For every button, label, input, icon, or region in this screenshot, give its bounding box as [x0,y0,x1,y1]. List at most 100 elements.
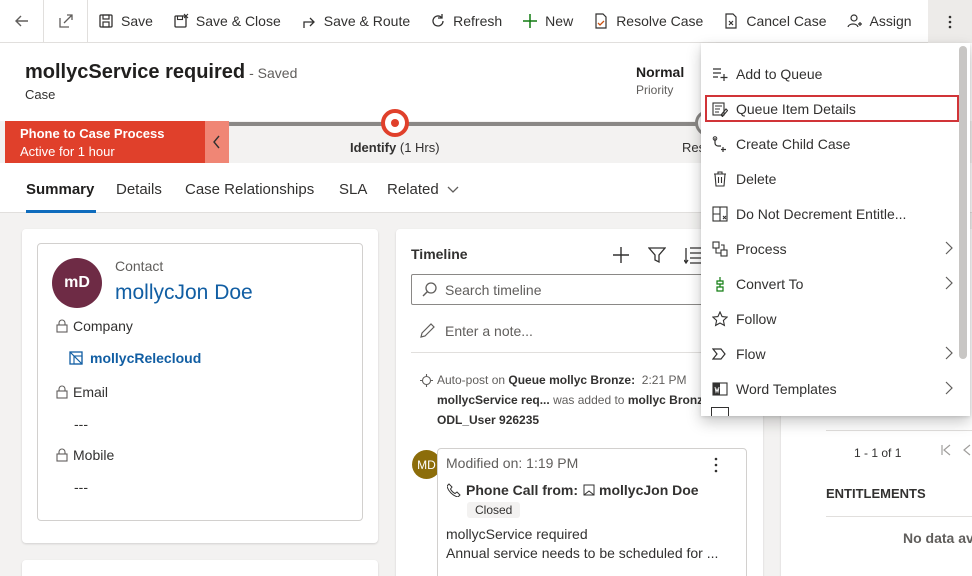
save-close-label: Save & Close [195,13,281,29]
plus-icon [523,14,538,28]
search-placeholder: Search timeline [445,281,542,298]
priority-label: Priority [636,83,674,97]
process-flag[interactable]: Phone to Case Process Active for 1 hour [5,121,205,163]
entitlements-heading: ENTITLEMENTS [826,486,926,501]
back-arrow-icon [14,15,28,27]
save-button[interactable]: Save [88,0,163,43]
cancel-case-button[interactable]: Cancel Case [713,0,836,43]
stage-identify-marker[interactable] [381,109,409,137]
menu-label: Convert To [736,275,804,292]
process-collapse-button[interactable] [205,121,229,163]
menu-item-convert-to[interactable]: Convert To [701,266,963,301]
menu-item-add-to-queue[interactable]: Add to Queue [701,56,963,91]
record-title-text: mollycService required [25,61,246,83]
contact-name-link[interactable]: mollycJon Doe [115,281,253,305]
popout-icon [58,14,73,28]
enter-note-input[interactable]: Enter a note... [419,323,533,339]
company-link[interactable]: mollycRelecloud [68,350,201,366]
stage-identify-label[interactable]: Identify (1 Hrs) [350,140,440,155]
more-vertical-icon [948,15,952,28]
priority-value: Normal [636,64,685,80]
menu-label: Word Templates [736,380,837,397]
menu-item-create-child-case[interactable]: Create Child Case [701,126,963,161]
menu-label: Add to Queue [736,65,823,82]
refresh-icon [432,14,444,27]
assign-icon [846,14,862,28]
tab-sla[interactable]: SLA [339,181,367,198]
note-placeholder: Enter a note... [445,323,533,339]
case-form: Save Save & Close Save & Route Refresh N… [0,0,972,576]
tab-related-label: Related [387,181,439,198]
chevron-down-icon [447,186,459,193]
new-label: New [545,13,574,29]
open-new-window-button[interactable] [44,0,88,43]
save-route-button[interactable]: Save & Route [291,0,420,43]
menu-label: Delete [736,170,777,187]
record-title: mollycService required - Saved [25,61,297,84]
refresh-label: Refresh [453,13,503,29]
active-tab-indicator [26,210,96,213]
autopost-target[interactable]: mollyc Bronz [628,393,703,407]
add-plus-icon[interactable] [612,246,630,264]
menu-label: Do Not Decrement Entitle... [736,205,907,222]
activity-from-name[interactable]: mollycJon Doe [599,482,699,498]
refresh-button[interactable]: Refresh [420,0,512,43]
menu-item-process[interactable]: Process [701,231,963,266]
autopost-user[interactable]: ODL_User 926235 [437,413,539,427]
activity-more-icon[interactable] [714,457,718,473]
lock-icon [56,448,68,462]
convert-icon [711,275,729,293]
assign-button[interactable]: Assign [837,0,922,43]
activity-status-badge: Closed [467,502,521,518]
autopost-icon [420,373,433,387]
menu-label: Process [736,240,787,257]
menu-item-flow[interactable]: Flow [701,336,963,371]
menu-item-do-not-decrement[interactable]: Do Not Decrement Entitle... [701,196,963,231]
menu-item-queue-item-details[interactable]: Queue Item Details [701,91,963,126]
first-page-icon[interactable] [940,444,952,456]
search-icon [422,282,437,297]
filter-icon[interactable] [648,246,666,264]
child-case-icon [711,135,729,153]
process-track [229,122,709,126]
lock-icon [56,385,68,399]
prev-page-icon[interactable] [962,444,972,456]
new-button[interactable]: New [512,0,583,43]
back-button[interactable] [0,0,44,43]
contact-label: Contact [115,258,164,274]
chevron-right-icon [945,346,953,360]
tab-details[interactable]: Details [116,181,162,198]
no-data-text: No data av [903,530,972,546]
menu-item-follow[interactable]: Follow [701,301,963,336]
company-label: Company [73,318,133,334]
chevron-right-icon [945,276,953,290]
contact-avatar[interactable]: mD [52,258,102,308]
mobile-value: --- [74,479,88,495]
resolve-case-button[interactable]: Resolve Case [583,0,713,43]
process-icon [711,240,729,258]
tab-related[interactable]: Related [387,181,459,198]
chevron-right-icon [945,241,953,255]
activity-modified: Modified on: 1:19 PM [446,455,579,471]
save-close-button[interactable]: Save & Close [163,0,291,43]
more-commands-button[interactable] [928,0,972,43]
save-status: - Saved [249,65,298,81]
resolve-case-label: Resolve Case [616,13,704,29]
sort-list-icon[interactable] [684,246,702,264]
autopost-subject[interactable]: mollycService req... [437,393,550,407]
menu-item-word-templates[interactable]: Word Templates [701,371,963,406]
email-label: Email [73,384,109,400]
autopost-queue[interactable]: Queue mollyc Bronze: [508,373,635,387]
menu-scrollbar[interactable] [959,46,967,359]
email-value: --- [74,416,88,432]
assign-label: Assign [869,13,912,29]
activity-title: Phone Call from: mollycJon Doe [447,482,699,498]
timeline-search-input[interactable]: Search timeline [411,274,711,305]
menu-item-delete[interactable]: Delete [701,161,963,196]
tab-summary[interactable]: Summary [26,181,94,198]
next-item-icon-partial [711,407,729,416]
menu-label: Create Child Case [736,135,851,152]
pencil-icon [420,323,435,338]
account-icon [69,351,83,365]
tab-case-relationships[interactable]: Case Relationships [185,181,314,198]
